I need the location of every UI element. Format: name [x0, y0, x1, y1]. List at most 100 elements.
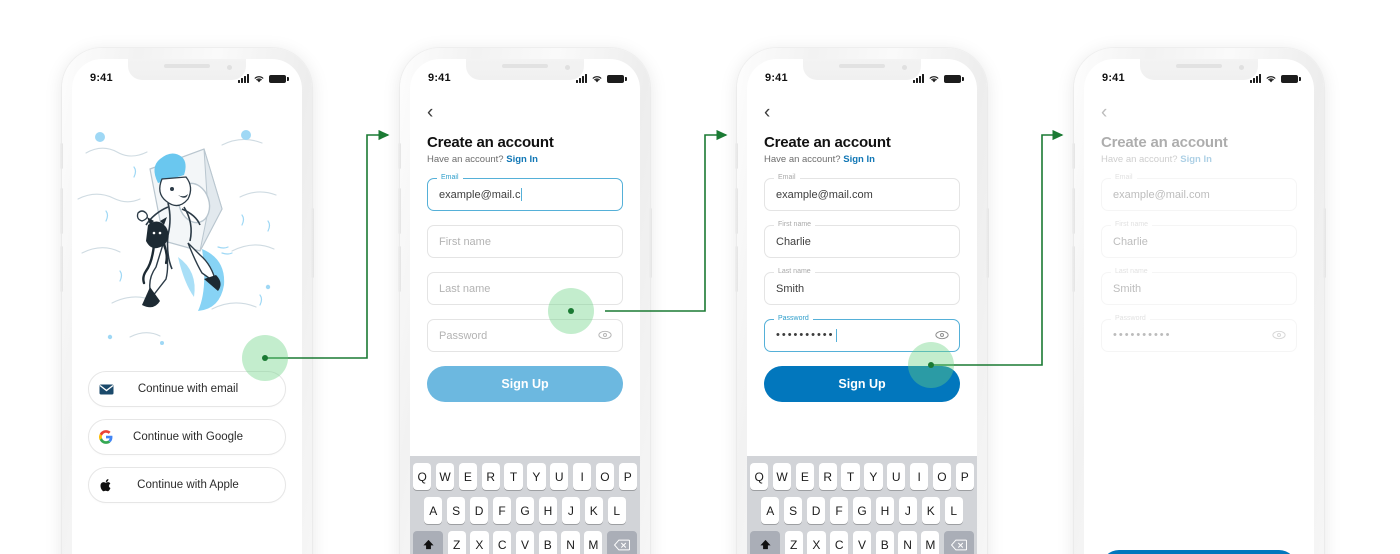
last-name-field-value: Smith	[776, 282, 805, 295]
mute-switch	[1072, 143, 1075, 169]
key-H[interactable]: H	[538, 497, 558, 524]
key-R[interactable]: R	[481, 463, 500, 490]
keyboard-row-3: Z X C V B N M	[413, 531, 637, 554]
key-W[interactable]: W	[435, 463, 455, 490]
sign-in-link[interactable]: Sign In	[843, 154, 875, 165]
key-P[interactable]: P	[618, 463, 637, 490]
key-B[interactable]: B	[875, 531, 894, 554]
show-password-icon[interactable]	[598, 327, 612, 345]
password-field[interactable]: Password	[427, 319, 623, 352]
key-U[interactable]: U	[550, 463, 569, 490]
backspace-icon[interactable]	[943, 531, 974, 554]
key-E[interactable]: E	[795, 463, 815, 490]
key-N[interactable]: N	[561, 531, 580, 554]
key-S[interactable]: S	[783, 497, 803, 524]
key-V[interactable]: V	[515, 531, 535, 554]
chevron-left-icon[interactable]: ‹	[427, 103, 443, 122]
key-G[interactable]: G	[515, 497, 535, 524]
key-T[interactable]: T	[841, 463, 860, 490]
key-K[interactable]: K	[584, 497, 604, 524]
key-J[interactable]: J	[561, 497, 581, 524]
sign-in-link[interactable]: Sign In	[506, 154, 538, 165]
key-X[interactable]: X	[470, 531, 489, 554]
first-name-field[interactable]: First name	[427, 225, 623, 258]
last-name-field[interactable]: Last name Smith	[764, 268, 960, 305]
key-H[interactable]: H	[875, 497, 895, 524]
key-Y[interactable]: Y	[864, 463, 883, 490]
last-name-field-value: Smith	[1113, 282, 1142, 295]
key-Z[interactable]: Z	[447, 531, 466, 554]
key-C[interactable]: C	[830, 531, 849, 554]
status-clock: 9:41	[428, 72, 451, 84]
key-D[interactable]: D	[806, 497, 826, 524]
page-title: Create an account	[1101, 134, 1228, 151]
signin-prompt-text: Have an account?	[1101, 154, 1181, 165]
key-G[interactable]: G	[852, 497, 872, 524]
key-B[interactable]: B	[538, 531, 557, 554]
backspace-icon[interactable]	[606, 531, 637, 554]
keyboard-row-1: Q W E R T Y U I O P	[750, 463, 974, 490]
continue-with-google-button[interactable]: Continue with Google	[88, 419, 286, 455]
shift-icon[interactable]	[750, 531, 781, 554]
continue-with-apple-button[interactable]: Continue with Apple	[88, 467, 286, 503]
key-M[interactable]: M	[921, 531, 940, 554]
key-R[interactable]: R	[818, 463, 837, 490]
show-password-icon[interactable]	[935, 327, 949, 345]
key-F[interactable]: F	[829, 497, 849, 524]
password-field[interactable]: Password ••••••••••	[764, 315, 960, 352]
first-name-field[interactable]: First name Charlie	[764, 221, 960, 258]
key-A[interactable]: A	[424, 497, 443, 524]
status-clock: 9:41	[90, 72, 113, 84]
key-O[interactable]: O	[595, 463, 615, 490]
key-T[interactable]: T	[504, 463, 523, 490]
shift-icon[interactable]	[413, 531, 444, 554]
email-field[interactable]: Email example@mail.com	[764, 174, 960, 211]
key-Q[interactable]: Q	[750, 463, 769, 490]
key-Z[interactable]: Z	[784, 531, 803, 554]
sign-up-button-label: Sign Up	[501, 377, 549, 391]
key-J[interactable]: J	[898, 497, 918, 524]
chevron-left-icon[interactable]: ‹	[764, 103, 780, 122]
key-D[interactable]: D	[469, 497, 489, 524]
chevron-left-icon[interactable]: ‹	[1101, 103, 1117, 122]
continue-with-email-button[interactable]: Continue with email	[88, 371, 286, 407]
email-field[interactable]: Email example@mail.c	[427, 174, 623, 211]
page-title: Create an account	[427, 134, 554, 151]
notch	[1140, 59, 1258, 80]
key-W[interactable]: W	[772, 463, 792, 490]
key-C[interactable]: C	[493, 531, 512, 554]
key-A[interactable]: A	[761, 497, 780, 524]
last-name-field[interactable]: Last name	[427, 272, 623, 305]
battery-icon	[607, 74, 627, 83]
last-name-placeholder: Last name	[439, 282, 491, 295]
email-field-value: example@mail.c	[439, 188, 521, 201]
key-U[interactable]: U	[887, 463, 906, 490]
key-P[interactable]: P	[955, 463, 974, 490]
front-camera	[227, 65, 232, 70]
key-V[interactable]: V	[852, 531, 872, 554]
show-password-icon	[1272, 327, 1286, 345]
continue-with-email-label: Continue with email	[137, 383, 239, 395]
password-field-value: ••••••••••	[1113, 329, 1172, 341]
key-O[interactable]: O	[932, 463, 952, 490]
on-screen-keyboard: Q W E R T Y U I O P A S D F G H J K L Z …	[747, 456, 977, 554]
key-L[interactable]: L	[607, 497, 626, 524]
key-K[interactable]: K	[921, 497, 941, 524]
sign-in-link: Sign In	[1180, 154, 1212, 165]
key-X[interactable]: X	[807, 531, 826, 554]
key-E[interactable]: E	[458, 463, 478, 490]
sign-up-button[interactable]: Sign Up	[764, 366, 960, 402]
key-Q[interactable]: Q	[413, 463, 432, 490]
key-F[interactable]: F	[492, 497, 512, 524]
keyboard-row-1: Q W E R T Y U I O P	[413, 463, 637, 490]
key-L[interactable]: L	[944, 497, 963, 524]
key-M[interactable]: M	[584, 531, 603, 554]
key-S[interactable]: S	[446, 497, 466, 524]
key-I[interactable]: I	[909, 463, 929, 490]
sign-up-button[interactable]: Sign Up	[427, 366, 623, 402]
key-Y[interactable]: Y	[527, 463, 546, 490]
key-N[interactable]: N	[898, 531, 917, 554]
key-I[interactable]: I	[572, 463, 592, 490]
volume-up-button	[1072, 188, 1075, 234]
wifi-icon	[929, 75, 939, 82]
